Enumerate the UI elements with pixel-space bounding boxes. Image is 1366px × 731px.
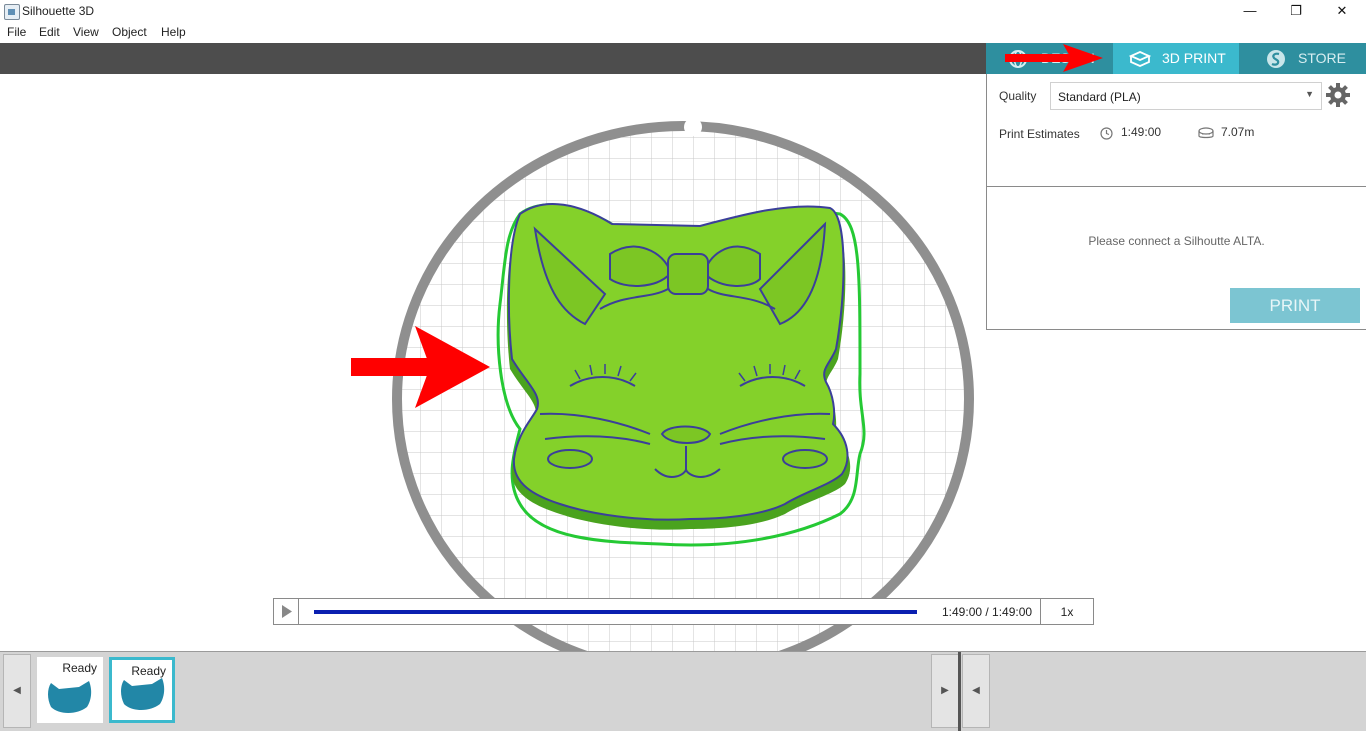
tray-scroll-right-button[interactable]: ▶ <box>931 654 959 728</box>
menu-view[interactable]: View <box>73 25 99 39</box>
print-button[interactable]: PRINT <box>1230 288 1360 323</box>
quality-label: Quality <box>999 89 1037 103</box>
play-icon <box>282 605 292 618</box>
quality-select[interactable]: Standard (PLA) ▼ <box>1050 82 1322 110</box>
thumbnail-tray: ◀ Ready Ready ▶ ◀ <box>0 651 1366 731</box>
speed-button[interactable]: 1x <box>1041 605 1093 619</box>
menu-file[interactable]: File <box>7 25 26 39</box>
thumbnail-item[interactable]: Ready <box>109 657 175 723</box>
playback-bar: 1:49:00 / 1:49:00 1x <box>273 598 1094 625</box>
menu-edit[interactable]: Edit <box>39 25 60 39</box>
progress-bar[interactable] <box>314 610 917 614</box>
menu-help[interactable]: Help <box>161 25 186 39</box>
playback-time: 1:49:00 / 1:49:00 <box>942 605 1033 619</box>
tray-scroll-left-button[interactable]: ◀ <box>3 654 31 728</box>
menu-bar: File Edit View Object Help <box>0 22 1366 42</box>
menu-object[interactable]: Object <box>112 25 147 39</box>
print-bed-view <box>351 118 974 677</box>
filament-spool-icon <box>1198 127 1214 139</box>
annotation-arrow-top <box>1005 44 1103 72</box>
title-bar: Silhouette 3D — ❐ ✕ <box>0 0 1366 22</box>
tab-store[interactable]: STORE <box>1240 43 1366 74</box>
cube-icon <box>1129 51 1151 67</box>
clock-icon <box>1100 127 1113 140</box>
gear-icon[interactable] <box>1325 82 1351 108</box>
cat-thumbnail-icon <box>48 681 92 713</box>
restore-button[interactable]: ❐ <box>1273 0 1319 22</box>
tab-3d-print[interactable]: 3D PRINT <box>1113 43 1239 74</box>
minimize-button[interactable]: — <box>1227 0 1273 22</box>
tray-collapse-button[interactable]: ◀ <box>962 654 990 728</box>
toolbar <box>0 43 986 74</box>
cat-thumbnail-icon <box>121 678 165 710</box>
store-icon <box>1267 50 1285 68</box>
thumbnail-item[interactable]: Ready <box>37 657 103 723</box>
tray-divider <box>958 652 961 731</box>
3d-viewport[interactable] <box>0 74 986 677</box>
estimates-label: Print Estimates <box>999 127 1080 141</box>
quality-value: Standard (PLA) <box>1058 90 1141 104</box>
time-estimate: 1:49:00 <box>1121 125 1162 139</box>
thumbnail-status: Ready <box>62 661 97 675</box>
tab-store-label: STORE <box>1298 50 1346 66</box>
play-button[interactable] <box>274 599 299 624</box>
print-panel: Quality Standard (PLA) ▼ Print Estimates… <box>986 74 1366 330</box>
filament-estimate: 7.07m <box>1221 125 1255 139</box>
window-title: Silhouette 3D <box>22 4 95 18</box>
app-icon <box>4 4 20 20</box>
close-button[interactable]: ✕ <box>1319 0 1365 22</box>
panel-divider <box>987 186 1366 187</box>
connect-message: Please connect a Silhoutte ALTA. <box>1088 234 1265 248</box>
tab-3d-print-label: 3D PRINT <box>1162 50 1226 66</box>
chevron-down-icon: ▼ <box>1305 89 1314 99</box>
cat-model <box>496 203 866 547</box>
